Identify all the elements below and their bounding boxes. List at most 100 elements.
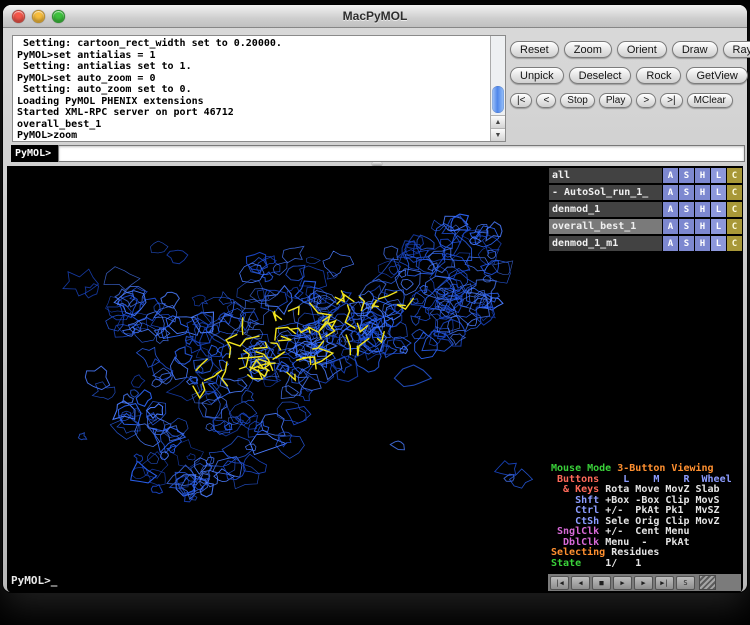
movie-controls: |◀◀■▶▶▶|S: [548, 574, 741, 591]
object-name[interactable]: denmod_1: [549, 202, 662, 217]
object-color-button[interactable]: C: [727, 219, 742, 234]
mouse-panel-text: Selecting: [551, 547, 605, 558]
object-color-button[interactable]: C: [727, 236, 742, 251]
toolbar-row-1: Reset Zoom Orient Draw Ray: [510, 41, 747, 58]
object-color-button[interactable]: C: [727, 185, 742, 200]
reset-button[interactable]: Reset: [510, 41, 559, 58]
object-show-button[interactable]: S: [679, 202, 694, 217]
object-label-button[interactable]: L: [711, 202, 726, 217]
object-label-button[interactable]: L: [711, 219, 726, 234]
console-log: Setting: cartoon_rect_width set to 0.200…: [12, 35, 506, 142]
workspace: PyMOL>_ allASHLC- AutoSol_run_1_ASHLCden…: [7, 166, 743, 593]
object-action-button[interactable]: A: [663, 202, 678, 217]
console-line: PyMOL>zoom: [17, 130, 490, 141]
console-line: Loading PyMOL PHENIX extensions: [17, 96, 490, 108]
seek-start-button[interactable]: |<: [510, 93, 532, 108]
scroll-up-button[interactable]: ▲: [491, 115, 505, 128]
object-name[interactable]: overall_best_1: [549, 219, 662, 234]
step-back-button[interactable]: <: [536, 93, 556, 108]
object-row-denmod-1-m1: denmod_1_m1ASHLC: [549, 236, 742, 251]
object-action-button[interactable]: A: [663, 219, 678, 234]
scrollbar-thumb[interactable]: [492, 86, 504, 113]
object-show-button[interactable]: S: [679, 168, 694, 183]
movie-play-button[interactable]: ▶: [613, 576, 632, 590]
object-hide-button[interactable]: H: [695, 202, 710, 217]
play-button[interactable]: Play: [599, 93, 632, 108]
step-forward-button[interactable]: >: [636, 93, 656, 108]
toolbar-row-2: Unpick DeselectRock GetView: [510, 67, 747, 84]
command-input[interactable]: [58, 145, 745, 162]
mouse-panel-text: Rota Move MovZ Slab: [599, 484, 719, 495]
viewport-command-prompt[interactable]: PyMOL>_: [11, 574, 57, 587]
mouse-panel-line-9[interactable]: State 1/ 1: [551, 559, 732, 570]
movie-seek-end-button[interactable]: ▶|: [655, 576, 674, 590]
mouse-panel-text: L M R Wheel: [599, 474, 731, 485]
object-color-button[interactable]: C: [727, 168, 742, 183]
console-line: Setting: antialias set to 1.: [17, 61, 490, 73]
object-action-button[interactable]: A: [663, 168, 678, 183]
getview-button[interactable]: GetView: [686, 67, 747, 84]
object-list: allASHLC- AutoSol_run_1_ASHLCdenmod_1ASH…: [548, 166, 743, 251]
seek-end-button[interactable]: >|: [660, 93, 682, 108]
object-hide-button[interactable]: H: [695, 168, 710, 183]
object-label-button[interactable]: L: [711, 168, 726, 183]
object-name[interactable]: - AutoSol_run_1_: [549, 185, 662, 200]
mouse-panel-text: Mouse Mode: [551, 463, 611, 474]
object-label-button[interactable]: L: [711, 185, 726, 200]
macpymol-window: MacPyMOL Setting: cartoon_rect_width set…: [3, 5, 747, 592]
movie-seek-start-button[interactable]: |◀: [550, 576, 569, 590]
deselect-button[interactable]: Deselect: [569, 67, 632, 84]
mclear-button[interactable]: MClear: [687, 93, 733, 108]
resize-grip[interactable]: [699, 575, 716, 590]
object-hide-button[interactable]: H: [695, 185, 710, 200]
object-show-button[interactable]: S: [679, 219, 694, 234]
object-action-button[interactable]: A: [663, 236, 678, 251]
mouse-panel-text: State: [551, 558, 581, 569]
movie-step-forward-button[interactable]: ▶: [634, 576, 653, 590]
object-name[interactable]: all: [549, 168, 662, 183]
object-row-autosol-run-1: - AutoSol_run_1_ASHLC: [549, 185, 742, 200]
object-action-button[interactable]: A: [663, 185, 678, 200]
object-show-button[interactable]: S: [679, 236, 694, 251]
mouse-panel-text: CtSh: [551, 516, 599, 527]
mouse-panel-text: Buttons: [551, 474, 599, 485]
object-name[interactable]: denmod_1_m1: [549, 236, 662, 251]
console-line: Setting: cartoon_rect_width set to 0.200…: [17, 38, 490, 50]
rock-button[interactable]: Rock: [636, 67, 681, 84]
window-title: MacPyMOL: [3, 9, 747, 23]
object-row-all: allASHLC: [549, 168, 742, 183]
object-show-button[interactable]: S: [679, 185, 694, 200]
mouse-panel-text: Sele Orig Clip MovZ: [599, 516, 719, 527]
mouse-panel-text: Menu - PkAt: [599, 537, 689, 548]
movie-stop-button[interactable]: ■: [592, 576, 611, 590]
unpick-button[interactable]: Unpick: [510, 67, 564, 84]
object-row-overall-best-1: overall_best_1ASHLC: [549, 219, 742, 234]
object-hide-button[interactable]: H: [695, 236, 710, 251]
console-line: Setting: auto_zoom set to 0.: [17, 84, 490, 96]
scene-button[interactable]: S: [676, 576, 695, 590]
title-bar[interactable]: MacPyMOL: [3, 5, 747, 28]
3d-viewport[interactable]: [7, 166, 548, 593]
ray-button[interactable]: Ray: [723, 41, 750, 58]
object-color-button[interactable]: C: [727, 202, 742, 217]
mouse-panel-text: & Keys: [551, 484, 599, 495]
console-scrollbar[interactable]: ▲ ▼: [490, 36, 505, 141]
movie-buttons: |◀◀■▶▶▶|S: [550, 576, 695, 590]
object-hide-button[interactable]: H: [695, 219, 710, 234]
mouse-panel-text: Residues: [605, 547, 659, 558]
zoom-button[interactable]: Zoom: [564, 41, 612, 58]
draw-button[interactable]: Draw: [672, 41, 718, 58]
console-output: Setting: cartoon_rect_width set to 0.200…: [13, 36, 490, 141]
mouse-panel-text: +/- PkAt Pk1 MvSZ: [599, 505, 719, 516]
mouse-panel-text: 1/ 1: [581, 558, 641, 569]
mouse-panel-text: Ctrl: [551, 505, 599, 516]
movie-step-back-button[interactable]: ◀: [571, 576, 590, 590]
console-line: PyMOL>set auto_zoom = 0: [17, 73, 490, 85]
orient-button[interactable]: Orient: [617, 41, 667, 58]
object-label-button[interactable]: L: [711, 236, 726, 251]
mouse-panel-text: +/- Cent Menu: [599, 526, 689, 537]
scroll-down-button[interactable]: ▼: [491, 128, 505, 141]
command-prompt-label: PyMOL>: [11, 145, 58, 162]
stop-button[interactable]: Stop: [560, 93, 595, 108]
console-line: overall_best_1: [17, 119, 490, 131]
